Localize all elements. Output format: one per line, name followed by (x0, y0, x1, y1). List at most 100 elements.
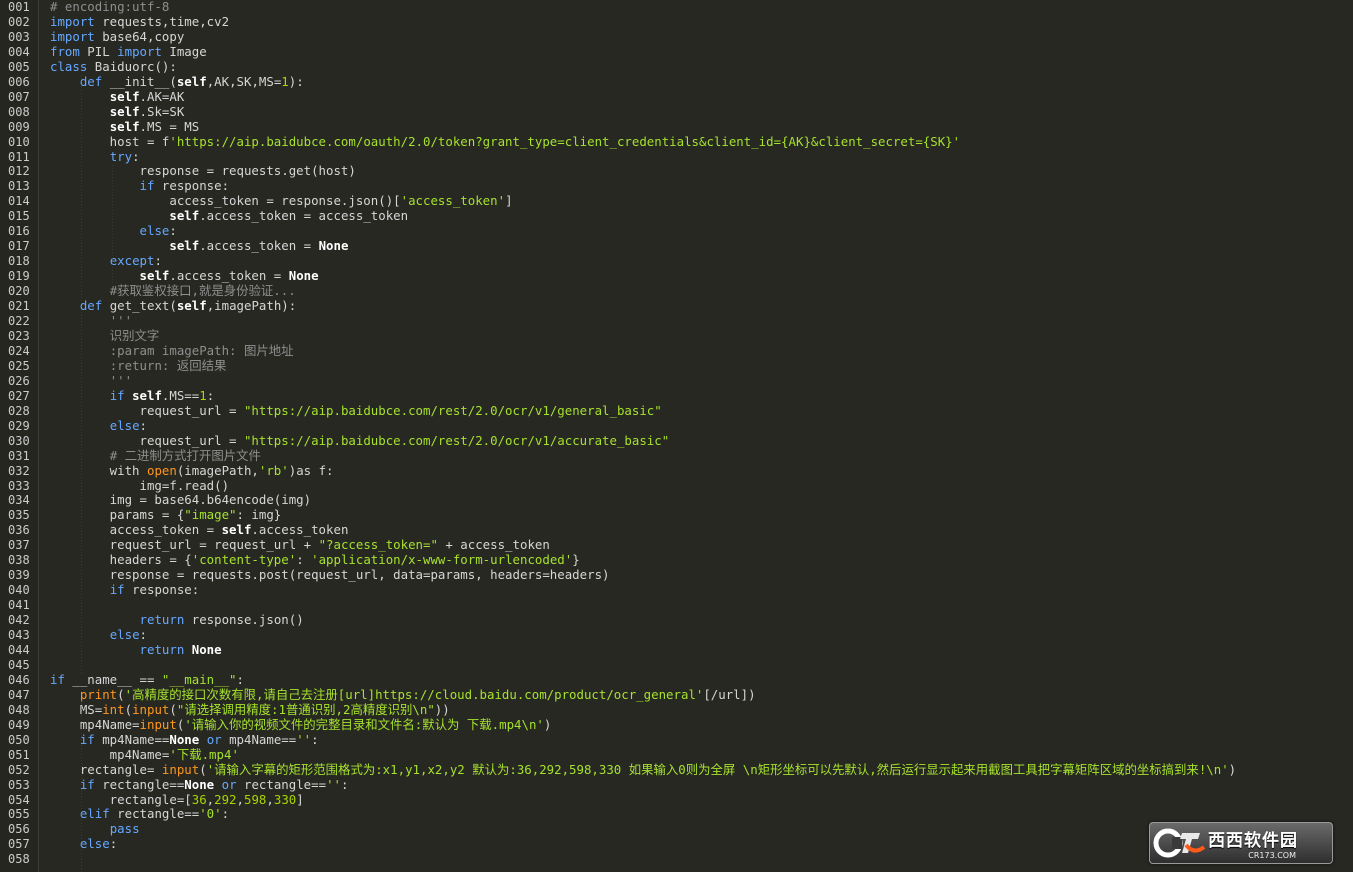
code-line[interactable]: try: (50, 149, 1353, 165)
line-number: 037 (8, 538, 30, 553)
code-line[interactable]: return response.json() (50, 612, 1353, 628)
code-token: rectangle== (109, 806, 200, 822)
code-token: ( (124, 701, 133, 717)
code-line[interactable]: mp4Name=input('请输入你的视频文件的完整目录和文件名:默认为 下载… (50, 717, 1353, 733)
code-line[interactable]: ''' (50, 313, 1353, 329)
code-line[interactable]: import requests,time,cv2 (50, 14, 1353, 30)
code-line[interactable]: def __init__(self,AK,SK,MS=1): (50, 73, 1353, 90)
code-line[interactable]: access_token = response.json()['access_t… (50, 193, 1353, 209)
code-line[interactable]: headers = {'content-type': 'application/… (50, 552, 1353, 568)
code-line[interactable]: request_url = "https://aip.baidubce.com/… (50, 433, 1353, 449)
code-line[interactable]: params = {"image": img} (50, 507, 1353, 523)
code-token: ) (1228, 761, 1237, 777)
code-line[interactable]: except: (50, 253, 1353, 269)
code-line[interactable]: ''' (50, 372, 1353, 389)
code-line[interactable]: self.AK=AK (50, 89, 1353, 105)
code-line[interactable]: :return: 返回结果 (50, 358, 1353, 374)
code-line[interactable]: :param imagePath: 图片地址 (50, 343, 1353, 359)
code-token: ( (169, 701, 177, 717)
code-line[interactable] (50, 598, 1353, 613)
code-line[interactable]: return None (50, 641, 1353, 658)
code-line[interactable]: if rectangle==None or rectangle=='': (50, 776, 1353, 793)
code-line[interactable]: else: (50, 417, 1353, 434)
code-area[interactable]: # encoding:utf-8 import requests,time,cv2… (50, 0, 1353, 872)
code-token: __name__ == (64, 671, 162, 687)
code-token: .MS = MS (139, 118, 200, 134)
line-number: 045 (8, 657, 30, 672)
code-line[interactable]: import base64,copy (50, 29, 1353, 45)
line-number: 050 (8, 732, 30, 747)
line-number: 052 (8, 762, 30, 777)
code-line[interactable]: self.Sk=SK (50, 104, 1353, 120)
code-line[interactable]: print('高精度的接口次数有限,请自己去注册[url]https://clo… (50, 686, 1353, 703)
code-line[interactable]: else: (50, 627, 1353, 643)
code-line[interactable]: rectangle= input('请输入字幕的矩形范围格式为:x1,y1,x2… (50, 761, 1353, 778)
code-line[interactable]: elif rectangle=='0': (50, 806, 1353, 822)
code-token: response: (154, 178, 230, 194)
code-line[interactable]: rectangle=[36,292,598,330] (50, 791, 1353, 808)
code-token: ''' (109, 372, 133, 388)
code-line[interactable]: request_url = request_url + "?access_tok… (50, 537, 1353, 553)
code-token: : (109, 836, 118, 852)
code-token: : (139, 417, 147, 433)
code-line[interactable]: response = requests.post(request_url, da… (50, 567, 1353, 583)
code-token: headers = { (50, 552, 192, 568)
code-line[interactable]: if response: (50, 178, 1353, 194)
code-token: request_url = (50, 402, 244, 418)
code-line[interactable]: if mp4Name==None or mp4Name=='': (50, 731, 1353, 748)
line-number: 039 (8, 568, 30, 583)
code-line[interactable]: #获取鉴权接口,就是身份验证... (50, 283, 1353, 299)
code-line[interactable]: class Baiduorc(): (50, 59, 1353, 75)
code-line[interactable]: else: (50, 223, 1353, 239)
code-token: '下载.mp4' (169, 746, 239, 762)
code-line[interactable]: with open(imagePath,'rb')as f: (50, 463, 1353, 479)
code-token: '高精度的接口次数有限,请自己去注册[url]https://cloud.bai… (124, 686, 704, 702)
code-token: } (572, 552, 580, 568)
code-token: response = requests.get(host) (50, 163, 356, 179)
code-line[interactable]: request_url = "https://aip.baidubce.com/… (50, 402, 1353, 419)
code-token: ): (288, 73, 304, 89)
code-token: None (191, 641, 222, 657)
code-line[interactable]: if self.MS==1: (50, 388, 1353, 404)
code-line[interactable]: img = base64.b64encode(img) (50, 492, 1353, 508)
code-line[interactable]: MS=int(input("请选择调用精度:1普通识别,2高精度识别\n")) (50, 701, 1353, 718)
code-token: # encoding:utf-8 (50, 0, 170, 14)
code-line[interactable]: self.access_token = None (50, 268, 1353, 284)
code-editor[interactable]: 001 002 003 004 005 006 007 008 009 010 011 012 013 0… (0, 0, 1353, 872)
code-token: ] (296, 791, 304, 807)
code-line[interactable] (50, 658, 1353, 673)
code-token: )) (434, 701, 450, 717)
code-token: rectangle== (94, 776, 185, 792)
code-token: def (79, 73, 103, 89)
code-token: mp4Name== (94, 731, 170, 747)
code-line[interactable]: if __name__ == "__main__": (50, 671, 1353, 688)
code-token: input (132, 701, 170, 717)
line-number: 004 (8, 44, 30, 59)
code-token: : (139, 627, 147, 643)
code-line[interactable]: if response: (50, 582, 1353, 598)
code-token: access_token = (50, 522, 222, 538)
code-line[interactable]: 识别文字 (50, 328, 1353, 344)
line-number: 005 (8, 59, 30, 74)
code-line[interactable]: self.access_token = None (50, 238, 1353, 254)
line-number: 038 (8, 553, 30, 568)
code-line[interactable]: self.access_token = access_token (50, 208, 1353, 224)
code-line[interactable]: mp4Name='下载.mp4' (50, 746, 1353, 763)
code-token: self (169, 238, 200, 254)
code-line[interactable]: self.MS = MS (50, 118, 1353, 135)
code-token: else (109, 417, 140, 433)
code-line[interactable]: img=f.read() (50, 478, 1353, 494)
line-number: 018 (8, 254, 30, 269)
code-line[interactable]: # encoding:utf-8 (50, 0, 1353, 15)
code-line[interactable]: access_token = self.access_token (50, 522, 1353, 538)
code-line[interactable]: from PIL import Image (50, 44, 1353, 60)
code-line[interactable]: def get_text(self,imagePath): (50, 298, 1353, 314)
code-line[interactable]: host = f'https://aip.baidubce.com/oauth/… (50, 134, 1353, 150)
code-line[interactable]: response = requests.get(host) (50, 164, 1353, 179)
code-token: img = base64.b64encode(img) (50, 492, 312, 508)
code-line[interactable]: # 二进制方式打开图片文件 (50, 448, 1353, 464)
line-number: 014 (8, 194, 30, 209)
